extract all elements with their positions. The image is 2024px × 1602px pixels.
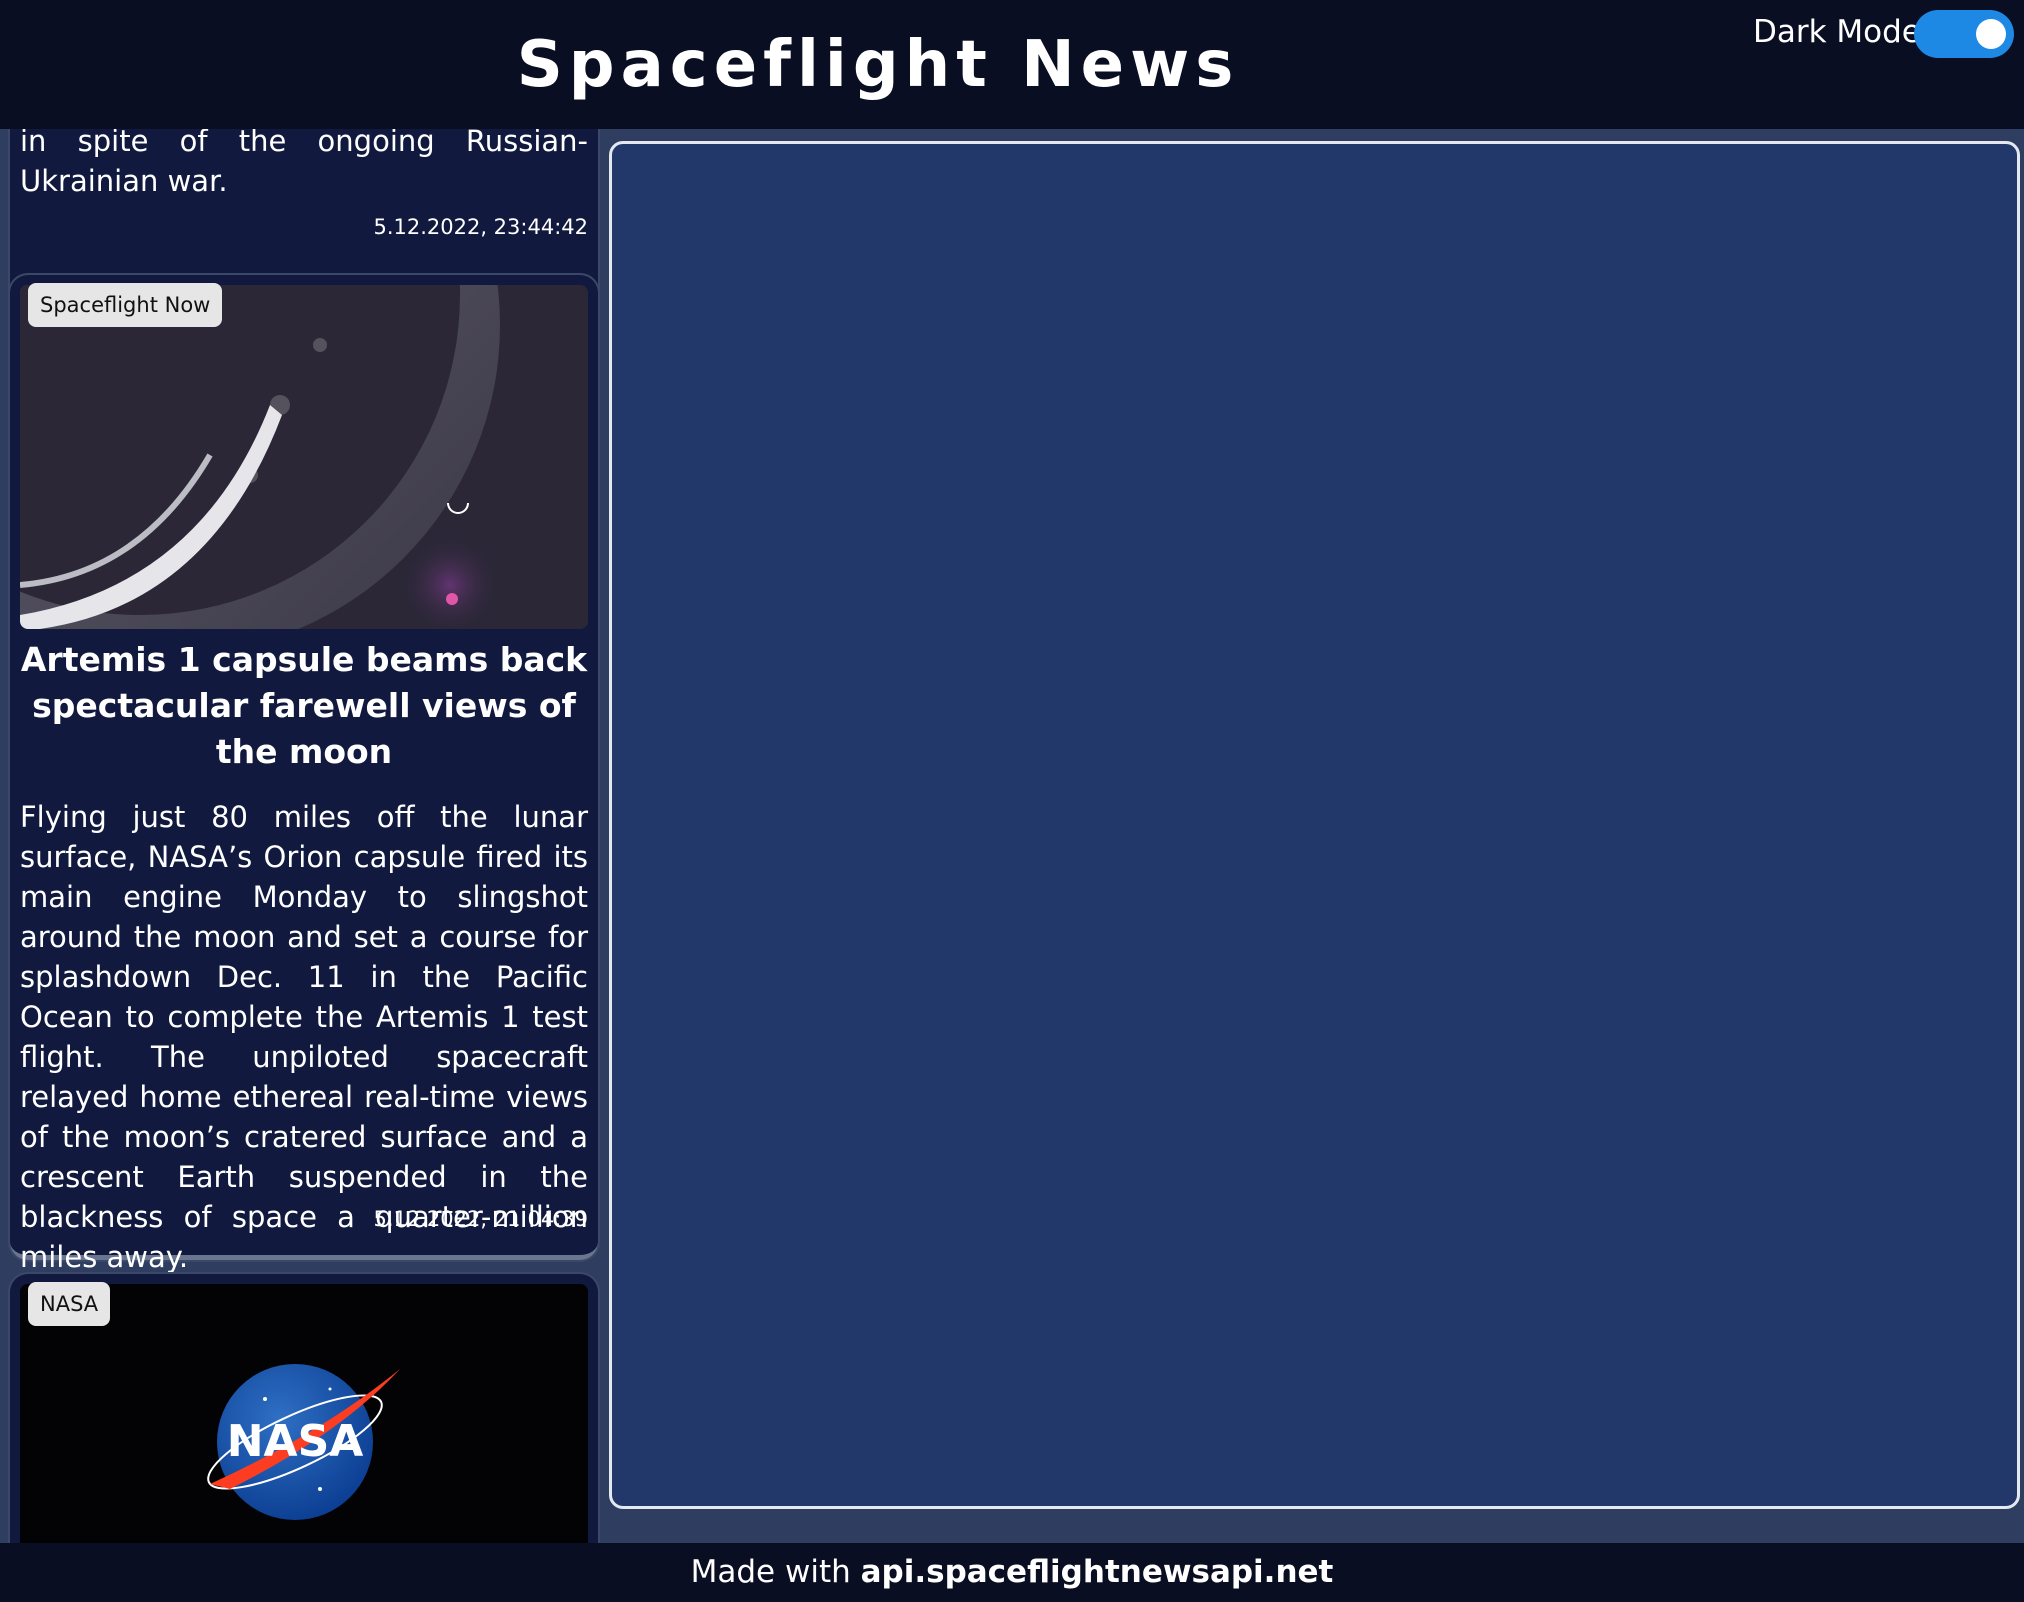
article-image[interactable]	[20, 285, 588, 629]
dark-mode-toggle[interactable]	[1914, 10, 2014, 58]
nasa-logo-text: NASA	[227, 1416, 364, 1467]
source-badge[interactable]: NASA	[28, 1282, 111, 1326]
toggle-knob	[1976, 19, 2006, 49]
dark-mode-label: Dark Mode	[1753, 14, 1921, 50]
article-list[interactable]: in spite of the ongoing Russian-Ukrainia…	[0, 129, 606, 1543]
moon-earth-photo	[20, 285, 588, 629]
source-badge[interactable]: Spaceflight Now	[28, 283, 223, 327]
article-summary: Flying just 80 miles off the lunar surfa…	[20, 800, 588, 1274]
site-title: Spaceflight News	[516, 28, 1240, 102]
article-summary: in spite of the ongoing Russian-Ukrainia…	[20, 129, 588, 198]
article-date: 5.12.2022, 21:04:39	[373, 1207, 588, 1231]
header: Spaceflight News Dark Mode	[0, 0, 2024, 129]
footer: Made with api.spaceflightnewsapi.net	[0, 1543, 2024, 1602]
article-detail-panel	[609, 141, 2020, 1509]
footer-prefix: Made with	[690, 1554, 861, 1590]
api-link[interactable]: api.spaceflightnewsapi.net	[861, 1554, 1334, 1590]
article-date: 5.12.2022, 23:44:42	[373, 215, 588, 239]
article-card[interactable]: Spaceflight Now Artemis 1 capsule beams …	[10, 275, 598, 1274]
article-card[interactable]: NASA NASA	[10, 1274, 598, 1543]
article-title[interactable]: Artemis 1 capsule beams back spectacular…	[20, 637, 588, 775]
